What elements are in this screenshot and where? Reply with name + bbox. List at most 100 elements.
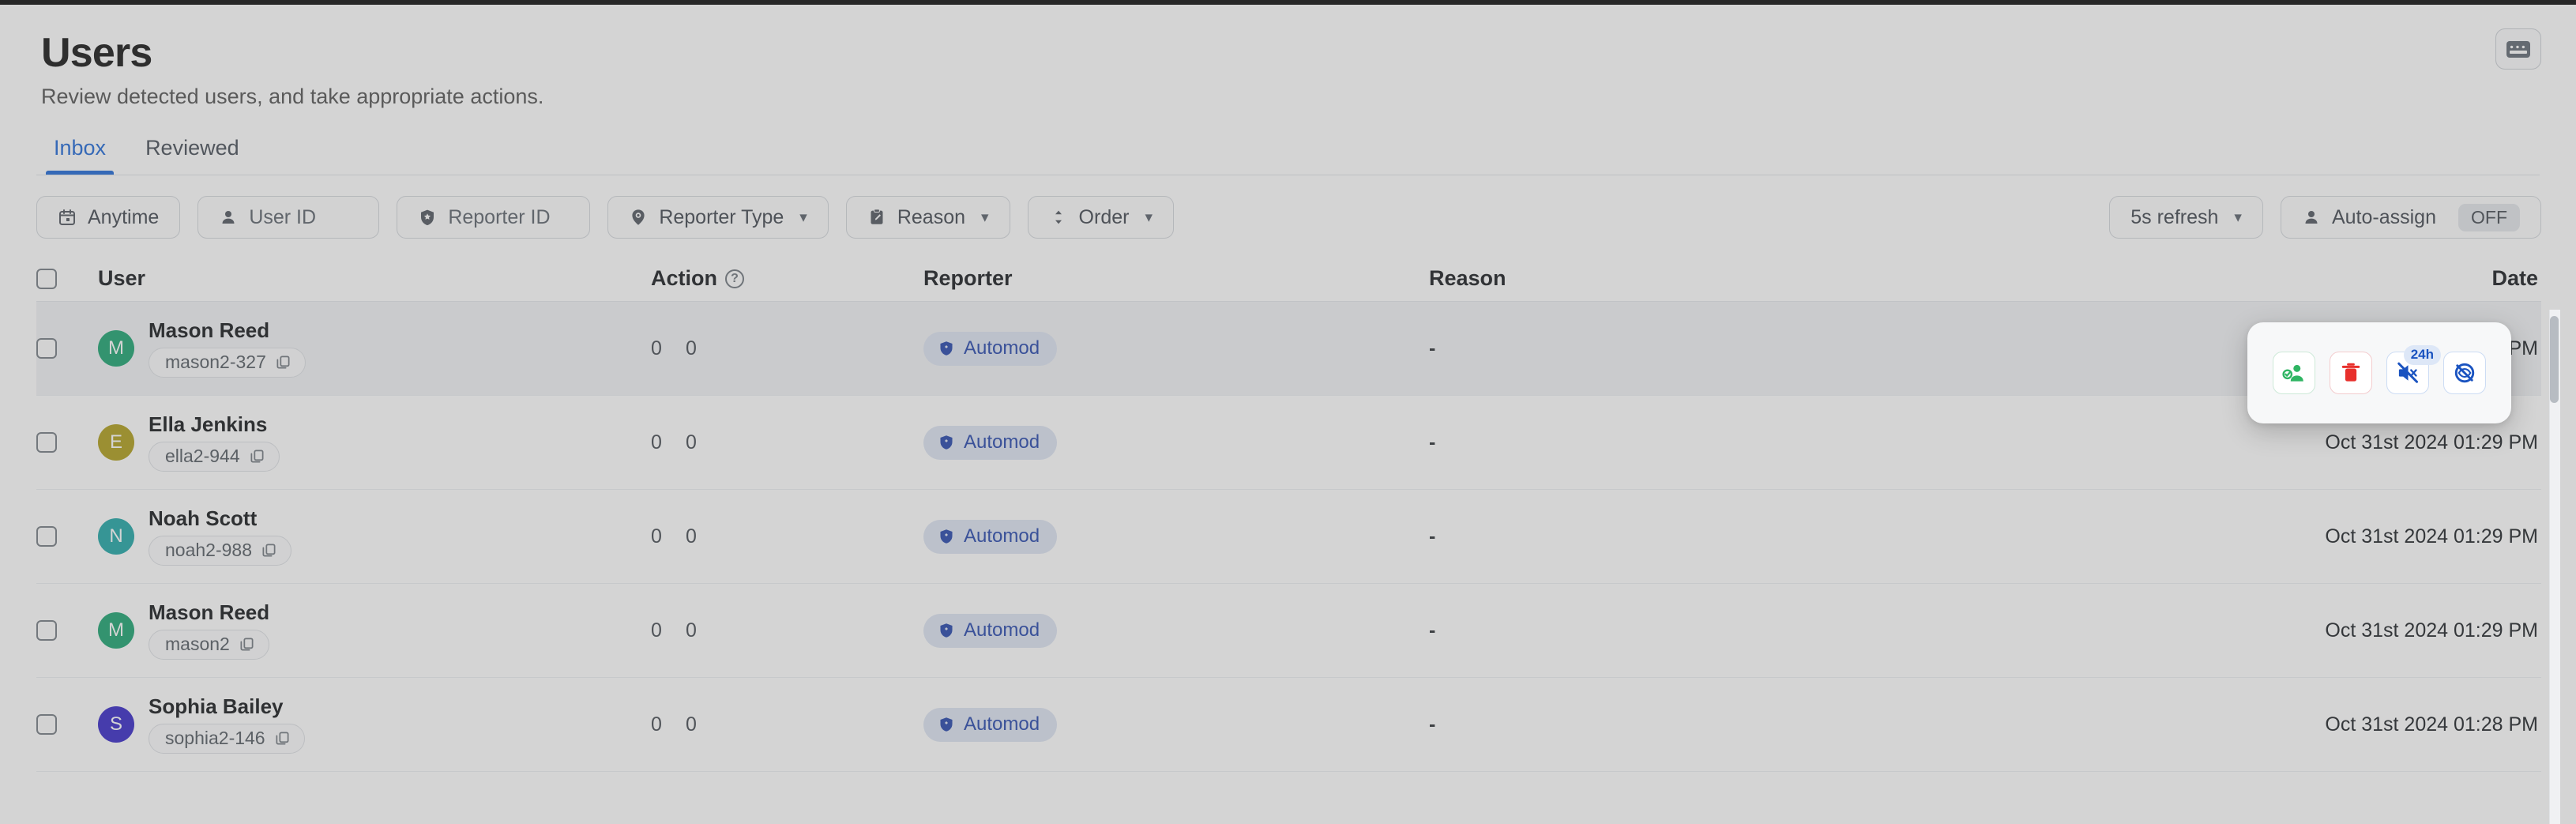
table-row[interactable]: M Mason Reed mason2 — [36, 584, 2541, 678]
tab-inbox[interactable]: Inbox — [36, 130, 123, 175]
keyboard-icon — [2506, 41, 2530, 58]
user-handle-copy-button[interactable]: noah2-988 — [149, 536, 291, 566]
vertical-scrollbar-thumb[interactable] — [2550, 316, 2559, 403]
approve-user-button[interactable] — [2273, 352, 2315, 394]
filter-user-id-input[interactable]: User ID — [197, 196, 379, 239]
filter-order-dropdown[interactable]: Order ▾ — [1028, 196, 1174, 239]
cell-user: E Ella Jenkins ella2-944 — [98, 413, 651, 472]
action-count-primary: 0 — [651, 431, 662, 454]
table-row[interactable]: E Ella Jenkins ella2-944 — [36, 396, 2541, 490]
filter-reason-dropdown[interactable]: Reason ▾ — [846, 196, 1010, 239]
table-row[interactable]: N Noah Scott noah2-988 — [36, 490, 2541, 584]
user-handle-copy-button[interactable]: ella2-944 — [149, 442, 280, 472]
filter-reporter-id-input[interactable]: Reporter ID — [397, 196, 590, 239]
column-header-reporter-label: Reporter — [923, 266, 1013, 291]
reason-value: - — [1429, 337, 1435, 359]
row-checkbox[interactable] — [36, 714, 98, 735]
chevron-down-icon: ▾ — [1145, 210, 1153, 225]
filter-date-button[interactable]: Anytime — [36, 196, 180, 239]
shield-icon — [938, 716, 955, 733]
cell-reporter: Automod — [923, 426, 1429, 460]
user-name: Noah Scott — [149, 507, 291, 530]
delete-button[interactable] — [2330, 352, 2372, 394]
status-badge[interactable]: Automod — [923, 520, 1057, 554]
cell-date: Oct 31st 2024 01:28 PM — [1935, 713, 2541, 736]
action-count-secondary: 0 — [686, 619, 697, 642]
column-header-user[interactable]: User — [98, 266, 651, 291]
page-root: Users Review detected users, and take ap… — [0, 0, 2576, 824]
mute-24h-button[interactable]: 24h — [2386, 352, 2429, 394]
block-eye-icon — [2453, 361, 2476, 385]
auto-assign-toggle[interactable]: Auto-assign OFF — [2281, 196, 2541, 239]
column-header-action-label: Action — [651, 266, 717, 291]
action-count-secondary: 0 — [686, 431, 697, 454]
auto-assign-state: OFF — [2458, 204, 2520, 231]
page-subtitle: Review detected users, and take appropri… — [41, 85, 2576, 109]
status-badge-label: Automod — [964, 431, 1040, 453]
avatar: S — [98, 706, 134, 743]
page-title: Users — [41, 32, 2576, 75]
tab-reviewed-label: Reviewed — [145, 136, 239, 160]
table-row[interactable]: S Sophia Bailey sophia2-146 — [36, 678, 2541, 772]
status-badge-label: Automod — [964, 525, 1040, 547]
status-badge[interactable]: Automod — [923, 332, 1057, 366]
row-checkbox[interactable] — [36, 620, 98, 641]
shield-icon — [938, 340, 955, 357]
user-handle-copy-button[interactable]: sophia2-146 — [149, 724, 305, 754]
column-header-reporter[interactable]: Reporter — [923, 266, 1429, 291]
column-header-date[interactable]: Date — [1935, 266, 2541, 291]
cell-user: S Sophia Bailey sophia2-146 — [98, 695, 651, 754]
status-badge[interactable]: Automod — [923, 614, 1057, 648]
shield-star-icon — [418, 208, 437, 227]
reason-value: - — [1429, 619, 1435, 642]
user-handle: mason2-327 — [165, 352, 266, 373]
cell-action: 0 0 — [651, 431, 923, 454]
user-handle: mason2 — [165, 634, 230, 655]
user-handle: noah2-988 — [165, 540, 252, 561]
copy-icon — [261, 543, 276, 558]
checkbox-icon — [36, 620, 57, 641]
select-all-checkbox[interactable] — [36, 269, 98, 289]
chevron-down-icon: ▾ — [981, 210, 989, 225]
row-checkbox[interactable] — [36, 526, 98, 547]
checkbox-icon — [36, 269, 57, 289]
keyboard-shortcuts-button[interactable] — [2495, 28, 2541, 70]
cell-action: 0 0 — [651, 337, 923, 360]
status-badge-label: Automod — [964, 337, 1040, 359]
ban-button[interactable] — [2443, 352, 2486, 394]
user-handle-copy-button[interactable]: mason2-327 — [149, 348, 306, 378]
filter-reason-label: Reason — [897, 206, 965, 229]
cell-reason: - — [1429, 619, 1935, 642]
cell-date: Oct 31st 2024 01:29 PM — [1935, 525, 2541, 548]
filter-reporter-type-dropdown[interactable]: Reporter Type ▾ — [607, 196, 829, 239]
mute-duration-badge: 24h — [2404, 345, 2441, 365]
user-handle-copy-button[interactable]: mason2 — [149, 630, 269, 660]
person-check-icon — [2282, 361, 2306, 385]
action-count-primary: 0 — [651, 525, 662, 548]
column-header-reason[interactable]: Reason — [1429, 266, 1935, 291]
auto-assign-label: Auto-assign — [2332, 206, 2436, 229]
avatar-initial: M — [108, 619, 124, 642]
status-badge[interactable]: Automod — [923, 708, 1057, 742]
table-row[interactable]: M Mason Reed mason2-327 — [36, 302, 2541, 396]
cell-action: 0 0 — [651, 525, 923, 548]
copy-icon — [276, 355, 291, 370]
help-circle-icon[interactable]: ? — [725, 269, 744, 288]
column-header-date-label: Date — [2491, 266, 2538, 291]
refresh-interval-dropdown[interactable]: 5s refresh ▾ — [2109, 196, 2263, 239]
status-badge-label: Automod — [964, 619, 1040, 642]
status-badge[interactable]: Automod — [923, 426, 1057, 460]
avatar-initial: E — [110, 431, 122, 453]
checkbox-icon — [36, 526, 57, 547]
action-count-primary: 0 — [651, 713, 662, 736]
date-value: Oct 31st 2024 01:29 PM — [2325, 525, 2538, 547]
column-header-action[interactable]: Action ? — [651, 266, 923, 291]
row-checkbox[interactable] — [36, 338, 98, 359]
reason-value: - — [1429, 713, 1435, 736]
date-value: Oct 31st 2024 01:29 PM — [2325, 431, 2538, 453]
cell-reporter: Automod — [923, 614, 1429, 648]
row-checkbox[interactable] — [36, 432, 98, 453]
tab-reviewed[interactable]: Reviewed — [128, 130, 257, 175]
copy-icon — [239, 637, 254, 652]
avatar-initial: M — [108, 337, 124, 359]
